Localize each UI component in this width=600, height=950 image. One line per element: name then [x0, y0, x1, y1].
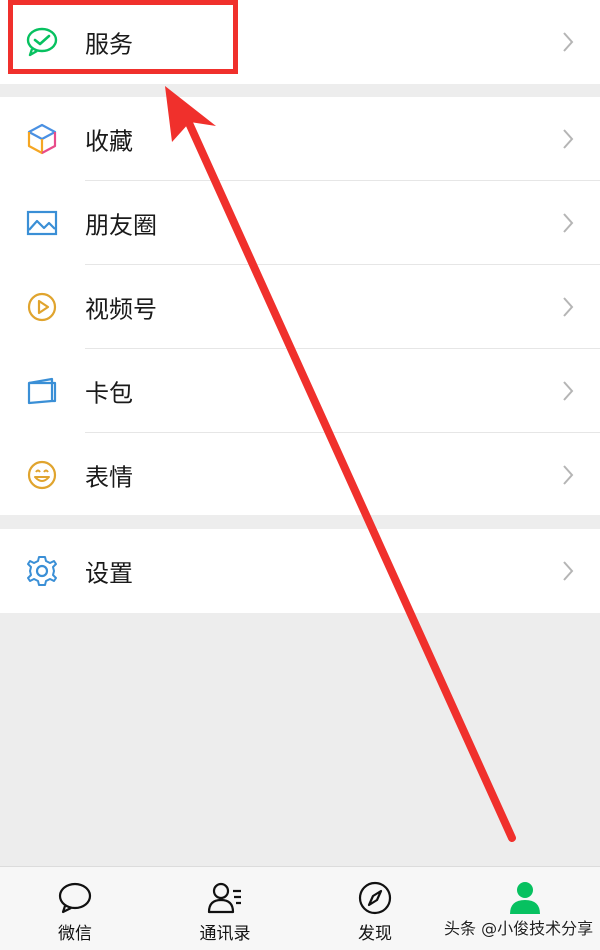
tab-discover[interactable]: 发现 — [300, 867, 450, 950]
menu-item-label: 卡包 — [85, 379, 133, 408]
chat-bubble-icon — [56, 879, 94, 917]
chevron-right-icon — [560, 379, 576, 403]
contacts-icon — [206, 879, 244, 917]
menu-item-settings[interactable]: 设置 — [0, 529, 600, 613]
menu-item-label: 朋友圈 — [85, 211, 157, 240]
compass-icon — [356, 879, 394, 917]
gear-icon — [24, 553, 60, 589]
menu-item-label: 设置 — [85, 559, 133, 588]
settings-group: 设置 — [0, 529, 600, 613]
menu-item-stickers[interactable]: 表情 — [0, 433, 600, 517]
menu-item-moments[interactable]: 朋友圈 — [0, 181, 600, 265]
smiley-icon — [24, 457, 60, 493]
tab-label: 微信 — [58, 924, 92, 944]
features-group: 收藏 朋友圈 视频号 卡包 表情 — [0, 97, 600, 515]
chevron-right-icon — [560, 295, 576, 319]
menu-item-label: 收藏 — [85, 127, 133, 156]
menu-item-channels[interactable]: 视频号 — [0, 265, 600, 349]
chevron-right-icon — [560, 559, 576, 583]
chevron-right-icon — [560, 211, 576, 235]
play-circle-icon — [24, 289, 60, 325]
tab-contacts[interactable]: 通讯录 — [150, 867, 300, 950]
highlight-box — [8, 0, 238, 74]
menu-item-favorites[interactable]: 收藏 — [0, 97, 600, 181]
cube-icon — [24, 121, 60, 157]
menu-item-label: 视频号 — [85, 295, 157, 324]
chevron-right-icon — [560, 463, 576, 487]
chevron-right-icon — [560, 127, 576, 151]
watermark: 头条 @小俊技术分享 — [444, 919, 594, 938]
menu-item-cards[interactable]: 卡包 — [0, 349, 600, 433]
wallet-icon — [24, 373, 60, 409]
chevron-right-icon — [560, 30, 576, 54]
tab-label: 发现 — [358, 924, 392, 944]
menu-item-label: 表情 — [85, 463, 133, 492]
person-icon — [506, 879, 544, 917]
tab-chats[interactable]: 微信 — [0, 867, 150, 950]
tab-label: 通讯录 — [199, 924, 251, 944]
picture-icon — [24, 205, 60, 241]
